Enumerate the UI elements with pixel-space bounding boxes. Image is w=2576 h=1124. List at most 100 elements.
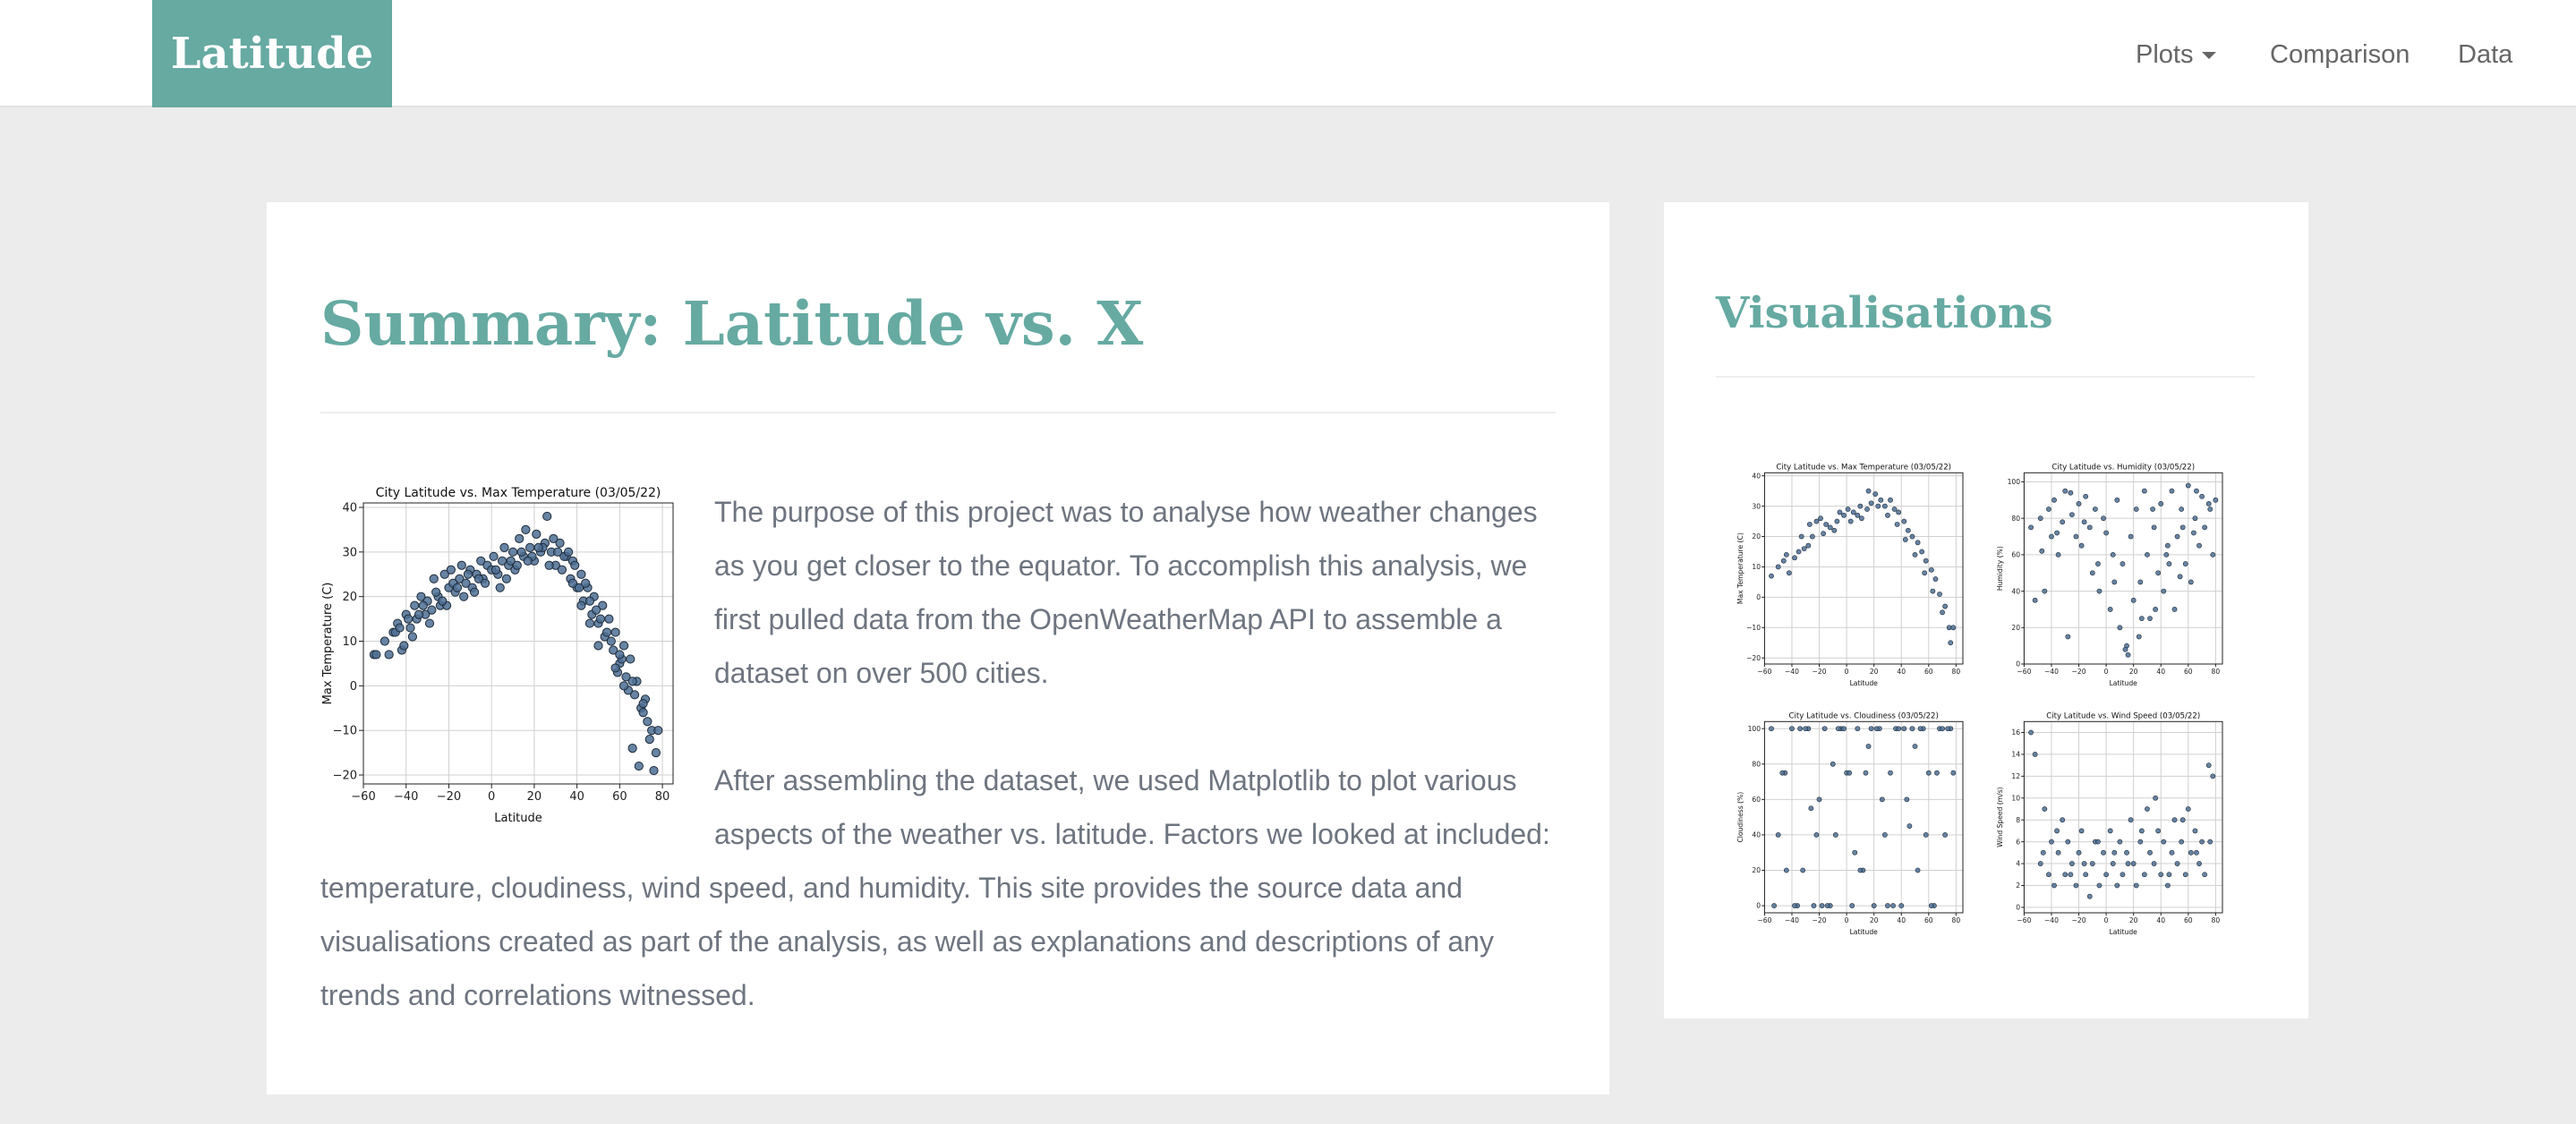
data-point <box>2141 872 2147 878</box>
data-point <box>1901 518 1907 524</box>
data-point <box>1917 726 1923 732</box>
data-point <box>2196 542 2202 549</box>
data-point <box>1831 527 1838 533</box>
data-point <box>1928 566 1934 573</box>
x-tick-label: −40 <box>2044 916 2059 924</box>
data-point <box>1881 503 1888 509</box>
data-point <box>1830 761 1836 767</box>
summary-title: Summary: Latitude vs. X <box>320 288 1144 359</box>
data-point <box>2060 519 2066 525</box>
data-point <box>570 560 580 570</box>
y-tick-label: 40 <box>1752 472 1761 480</box>
data-point <box>1912 744 1918 749</box>
y-tick-label: −20 <box>333 770 357 783</box>
data-point <box>1775 564 1781 570</box>
data-point <box>2155 828 2162 834</box>
data-point <box>1948 640 1954 646</box>
data-point <box>2145 551 2150 558</box>
data-point <box>1849 903 1855 908</box>
data-point <box>2114 882 2120 889</box>
data-point <box>2207 507 2213 512</box>
data-point <box>606 636 616 646</box>
data-point <box>2151 524 2157 531</box>
nav-plots-label: Plots <box>2136 40 2194 69</box>
data-point <box>1806 522 1813 527</box>
data-point <box>512 560 522 570</box>
data-point <box>1823 522 1830 527</box>
data-point <box>2054 530 2060 536</box>
data-point <box>2182 872 2188 878</box>
brand-logo[interactable]: Latitude <box>152 0 392 107</box>
x-tick-label: −60 <box>2017 668 2031 676</box>
nav-data-link[interactable]: Data <box>2458 0 2512 107</box>
wind-speed-thumbnail-plot: −60 −40 −20 0 20 40 60 80 0 2 4 6 8 10 12 14 16 City Lati… <box>1996 711 2223 936</box>
data-point <box>1836 726 1841 732</box>
x-tick-label: 0 <box>488 790 495 804</box>
chart-title: City Latitude vs. Max Temperature (03/05… <box>1776 463 1951 472</box>
y-tick-label: 40 <box>2011 587 2020 595</box>
data-point <box>2062 872 2068 878</box>
data-point <box>1857 867 1864 873</box>
data-point <box>2078 828 2085 834</box>
data-point <box>1888 770 1893 776</box>
data-point <box>2040 849 2046 856</box>
data-point <box>1937 592 1942 597</box>
data-point <box>1792 903 1797 908</box>
data-point <box>1868 726 1874 732</box>
data-point <box>1783 551 1789 558</box>
data-point <box>1834 518 1840 524</box>
data-point <box>1797 726 1804 732</box>
data-point <box>2078 542 2085 549</box>
data-point <box>489 551 499 561</box>
data-point <box>644 735 654 745</box>
y-tick-label: 4 <box>2016 860 2020 868</box>
thumbnail-max-temperature[interactable]: −60 −40 −20 0 20 40 60 80 −20 −10 0 10 20 30 40 City La… <box>1736 456 1968 689</box>
thumbnail-cloudiness[interactable]: −60 −40 −20 0 20 40 60 80 0 20 40 60 80 100 City Latit… <box>1736 705 1968 938</box>
data-point <box>544 560 554 570</box>
y-tick-label: 100 <box>1748 725 1761 733</box>
data-point <box>2122 646 2128 652</box>
data-point <box>1904 796 1910 803</box>
data-point <box>1824 903 1830 908</box>
data-point <box>480 578 490 588</box>
y-tick-label: −10 <box>1746 624 1761 632</box>
data-point <box>2136 634 2142 640</box>
data-point <box>1885 903 1890 908</box>
data-point <box>2191 530 2196 536</box>
data-point <box>1865 488 1872 494</box>
y-tick-label: 8 <box>2016 816 2020 824</box>
data-point <box>1832 832 1838 838</box>
data-point <box>2086 893 2093 899</box>
data-point <box>2120 872 2126 878</box>
data-point <box>610 627 620 637</box>
data-point <box>410 600 420 610</box>
data-point <box>2042 806 2048 812</box>
x-tick-label: 80 <box>1952 668 1961 676</box>
data-point <box>431 587 441 597</box>
data-point <box>1940 726 1945 732</box>
data-point <box>1779 770 1786 776</box>
y-tick-label: 20 <box>342 591 357 604</box>
nav-comparison-link[interactable]: Comparison <box>2270 0 2410 107</box>
data-point <box>584 596 595 606</box>
nav-plots-dropdown[interactable]: Plots <box>2136 0 2217 107</box>
x-tick-label: −60 <box>1757 668 1771 676</box>
thumbnail-wind-speed[interactable]: −60 −40 −20 0 20 40 60 80 0 2 4 6 8 10 12 14 16 City Lati… <box>1995 705 2228 938</box>
data-point <box>1809 533 1815 540</box>
data-point <box>2039 548 2045 554</box>
y-tick-label: 30 <box>1752 502 1761 510</box>
data-point <box>638 708 648 718</box>
data-point <box>1942 832 1949 838</box>
data-point <box>2092 507 2098 512</box>
y-tick-label: 14 <box>2011 751 2020 759</box>
x-axis-label: Latitude <box>1850 928 1879 936</box>
data-point <box>2125 651 2131 658</box>
data-point <box>2068 512 2075 518</box>
data-point <box>469 587 480 597</box>
data-point <box>1923 832 1929 838</box>
data-point <box>1801 546 1807 552</box>
data-point <box>649 765 659 776</box>
x-tick-label: 60 <box>1924 668 1933 676</box>
thumbnail-humidity[interactable]: −60 −40 −20 0 20 40 60 80 0 20 40 60 80 100 City Latit… <box>1995 456 2228 689</box>
data-point <box>2083 872 2089 878</box>
